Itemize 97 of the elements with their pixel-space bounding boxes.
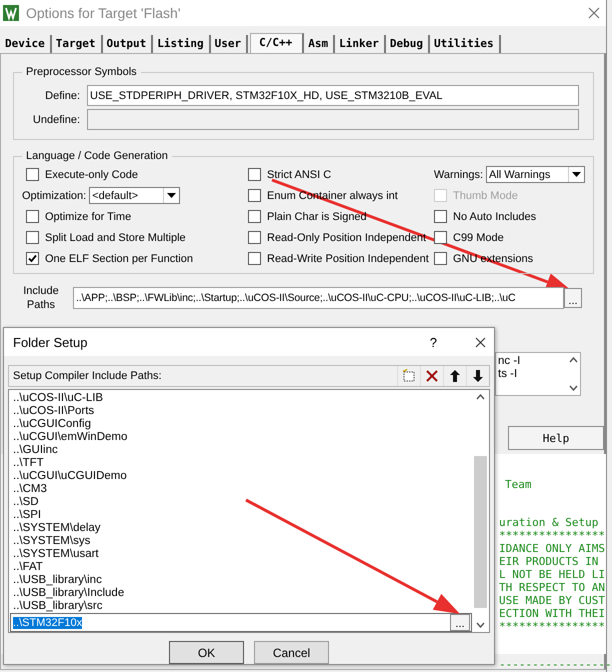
tab[interactable]: Listing [155,35,211,53]
help-button[interactable]: ? [430,334,437,350]
path-item[interactable]: ..\uCOS-II\uC-LIB [13,392,472,405]
compiler-control-text: nc -I ts -I [497,354,522,382]
checkbox-label: Read-Only Position Independent [267,232,426,244]
include-paths-field[interactable]: ..\APP;..\BSP;..\FWLib\inc;..\Startup;..\uCOS-II\Source;..\uCOS-II\uC-CPU;..\uCOS-II\uC-LIB;..\uC [73,287,564,309]
path-item[interactable]: ..\TFT [13,457,472,470]
browse-button[interactable]: ... [450,614,470,631]
scroll-down-icon[interactable] [568,385,578,391]
code-line: USE MADE BY CUST [499,594,606,607]
tab[interactable]: Device [3,35,52,53]
dropdown[interactable]: All Warnings [486,166,585,183]
tab[interactable]: Asm [306,35,336,53]
undefine-field[interactable] [87,109,579,130]
dialog-title: Folder Setup [13,334,88,350]
field-label: Undefine: [32,114,81,126]
dialog-button[interactable]: OK [169,641,244,664]
checkbox-label: C99 Mode [453,232,504,244]
scroll-down-icon[interactable] [476,622,485,628]
path-input-field[interactable]: ..\STM32F10x ... [10,613,472,632]
field-label: Define: [44,90,81,102]
checkbox-label: Thumb Mode [453,190,518,202]
tab[interactable]: Output [104,35,154,53]
path-item[interactable]: ..\CM3 [13,483,472,496]
checkbox-label: Optimize for Time [45,210,132,222]
checkbox-label: Plain Char is Signed [267,210,367,222]
scrollbar-thumb[interactable] [474,456,487,608]
checkbox[interactable] [26,210,39,223]
dialog-button[interactable]: Cancel [254,641,329,664]
dropdown-label: Optimization: [22,190,86,202]
browse-button[interactable]: ... [564,288,582,308]
path-item[interactable]: ..\SYSTEM\delay [13,522,472,535]
dropdown[interactable]: <default> [89,187,180,204]
scroll-up-icon[interactable] [568,357,578,363]
path-item[interactable]: ..\uCGUI\emWinDemo [13,431,472,444]
path-item[interactable]: ..\USB_library\Include [13,587,472,600]
code-line: uration & Setup [499,516,600,529]
checkbox-label: Read-Write Position Independent [267,252,429,264]
checkbox-label: Strict ANSI C [267,168,332,180]
checkbox[interactable] [434,210,447,223]
window-title: Options for Target 'Flash' [26,5,182,21]
path-item[interactable]: ..\FAT [13,561,472,574]
path-item[interactable]: ..\SD [13,496,472,509]
new-folder-icon[interactable] [402,369,416,383]
caret-icon [167,193,176,198]
dropdown-label: Warnings: [434,168,483,180]
checkbox[interactable] [248,168,261,181]
close-icon[interactable] [588,7,600,19]
code-line: L NOT BE HELD LI [499,568,606,581]
move-up-icon[interactable] [449,369,461,383]
path-item[interactable]: ..\SPI [13,509,472,522]
code-line: EIR PRODUCTS IN [499,555,600,568]
path-item[interactable]: ..\SYSTEM\sys [13,535,472,548]
checkbox[interactable] [26,252,39,265]
tab[interactable]: User [212,35,248,53]
caret-icon [572,172,581,177]
scroll-up-icon[interactable] [476,394,485,400]
tab[interactable]: Utilities [432,35,501,53]
code-line: TH RESPECT TO AN [499,581,606,594]
path-item[interactable]: ..\GUIinc [13,444,472,457]
checkbox[interactable] [248,210,261,223]
code-line: **************** [499,620,606,633]
field-label: Include Paths [22,284,60,312]
path-item[interactable]: ..\uCGUIConfig [13,418,472,431]
checkbox[interactable] [26,231,39,244]
checkbox[interactable] [248,231,261,244]
checkbox[interactable] [434,252,447,265]
app-logo-icon [3,5,19,21]
path-item[interactable]: ..\SYSTEM\usart [13,548,472,561]
checkbox-label: One ELF Section per Function [45,252,193,264]
tab[interactable]: Target [54,35,102,53]
path-item[interactable]: ..\USB_library\src [13,600,472,613]
help-button[interactable]: Help [508,426,604,450]
group-title: Preprocessor Symbols [25,66,138,78]
tab[interactable]: Linker [337,35,386,53]
checkbox[interactable] [434,231,447,244]
checkbox[interactable] [26,168,39,181]
tab[interactable]: C/C++ [250,33,304,54]
code-line: ECTION WITH THEI [499,607,606,620]
checkbox[interactable] [248,189,261,202]
move-down-icon[interactable] [472,369,484,383]
close-icon[interactable] [475,336,486,348]
path-item[interactable]: ..\USB_library\inc [13,574,472,587]
path-item[interactable]: ..\uCOS-II\Ports [13,405,472,418]
path-item[interactable]: ..\uCGUI\uCGUIDemo [13,470,472,483]
checkbox-label: Split Load and Store Multiple [45,232,186,244]
group-title: Language / Code Generation [25,150,169,162]
delete-icon[interactable] [425,369,439,383]
code-line: IDANCE ONLY AIMS [499,542,606,555]
code-line: Team [505,478,532,491]
checkbox-label: Execute-only Code [45,168,138,180]
define-field[interactable]: USE_STDPERIPH_DRIVER, STM32F10X_HD, USE_STM3210B_EVAL [87,85,579,106]
tab[interactable]: Debug [388,35,430,53]
list-label: Setup Compiler Include Paths: [13,370,163,382]
code-line: **************** [499,529,606,542]
checkbox[interactable] [248,252,261,265]
checkbox-label: No Auto Includes [453,210,536,222]
